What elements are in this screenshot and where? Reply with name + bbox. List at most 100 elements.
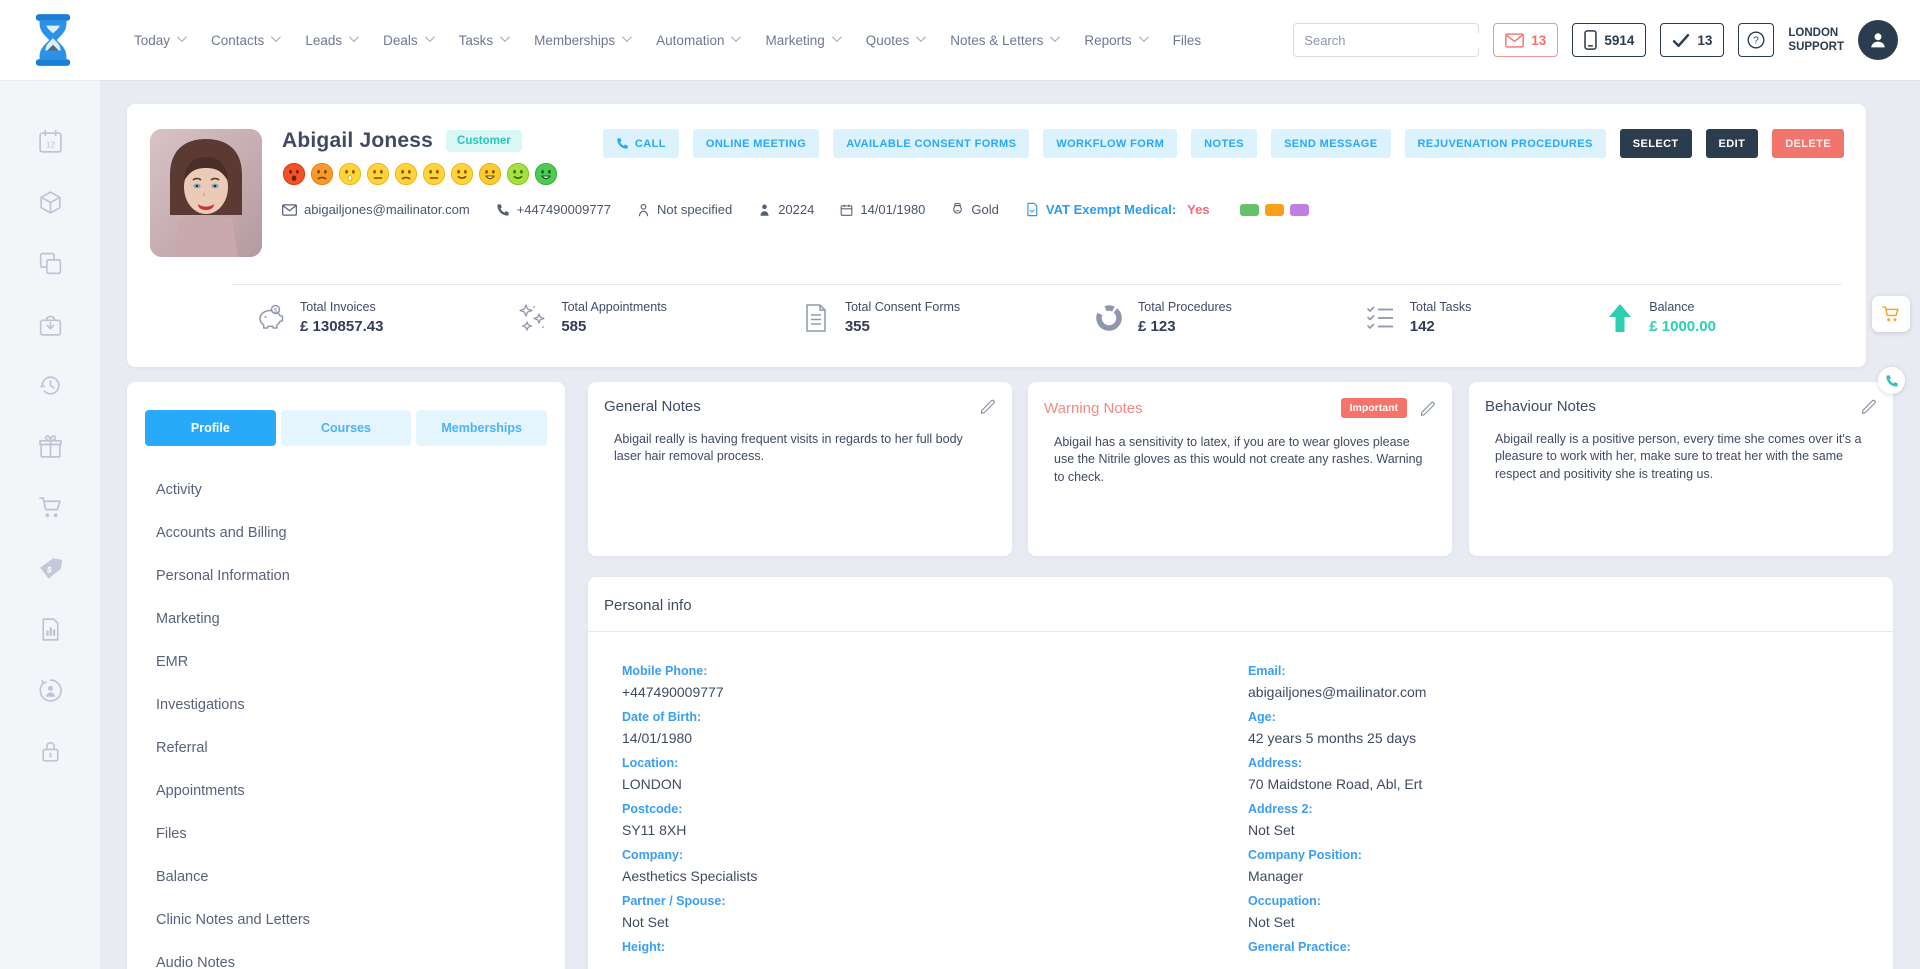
stat-total-invoices: $ Total Invoices£ 130857.43 bbox=[255, 300, 383, 335]
nav-label: Tasks bbox=[459, 33, 494, 48]
package-icon[interactable] bbox=[37, 189, 64, 216]
menu-emr[interactable]: EMR bbox=[156, 644, 547, 680]
person-icon bbox=[1867, 29, 1889, 51]
nav-files[interactable]: Files bbox=[1173, 33, 1202, 48]
notes-button[interactable]: NOTES bbox=[1191, 129, 1257, 158]
lock-icon[interactable] bbox=[37, 738, 64, 765]
app-logo-hourglass-icon[interactable] bbox=[30, 14, 76, 66]
shopping-bag-icon[interactable] bbox=[37, 311, 64, 338]
envelope-icon bbox=[282, 204, 297, 216]
client-sync-icon[interactable] bbox=[37, 677, 64, 704]
profile-panel: Profile Courses Memberships Activity Acc… bbox=[127, 382, 565, 969]
tasks-done-button[interactable]: 13 bbox=[1660, 23, 1724, 57]
nav-deals[interactable]: Deals bbox=[383, 33, 432, 48]
stat-total-consent-forms: Total Consent Forms355 bbox=[800, 300, 960, 335]
tab-profile[interactable]: Profile bbox=[145, 410, 276, 446]
nav-notes-letters[interactable]: Notes & Letters bbox=[950, 33, 1057, 48]
client-phone[interactable]: +447490009777 bbox=[496, 202, 611, 217]
menu-clinic-notes-and-letters[interactable]: Clinic Notes and Letters bbox=[156, 902, 547, 938]
menu-files[interactable]: Files bbox=[156, 816, 547, 852]
menu-activity[interactable]: Activity bbox=[156, 472, 547, 508]
chevron-down-icon bbox=[500, 32, 510, 42]
general-notes-title: General Notes bbox=[604, 398, 701, 415]
rejuvenation-procedures-button[interactable]: REJUVENATION PROCEDURES bbox=[1405, 129, 1606, 158]
quick-call-button[interactable] bbox=[1878, 367, 1905, 394]
nav-label: Automation bbox=[656, 33, 724, 48]
edit-pencil-icon[interactable] bbox=[1860, 398, 1877, 415]
nav-memberships[interactable]: Memberships bbox=[534, 33, 629, 48]
quick-cart-button[interactable] bbox=[1872, 296, 1910, 332]
edit-pencil-icon[interactable] bbox=[1419, 400, 1436, 417]
sms-notifications-button[interactable]: 5914 bbox=[1572, 23, 1646, 57]
nav-label: Marketing bbox=[765, 33, 824, 48]
delete-button[interactable]: DELETE bbox=[1772, 129, 1844, 158]
client-email[interactable]: abigailjones@mailinator.com bbox=[282, 202, 470, 217]
online-meeting-button[interactable]: ONLINE MEETING bbox=[693, 129, 819, 158]
history-clock-icon[interactable] bbox=[37, 372, 64, 399]
arrow-up-icon bbox=[1604, 302, 1636, 334]
mood-6-neutral-icon[interactable] bbox=[422, 162, 446, 186]
mood-10-very-happy-icon[interactable] bbox=[534, 162, 558, 186]
price-tag-icon[interactable]: $ bbox=[37, 555, 64, 582]
menu-investigations[interactable]: Investigations bbox=[156, 687, 547, 723]
menu-referral[interactable]: Referral bbox=[156, 730, 547, 766]
general-notes-body: Abigail really is having frequent visits… bbox=[614, 431, 996, 466]
nav-leads[interactable]: Leads bbox=[305, 33, 356, 48]
tab-memberships[interactable]: Memberships bbox=[416, 410, 547, 446]
nav-today[interactable]: Today bbox=[134, 33, 184, 48]
email-notifications-button[interactable]: 13 bbox=[1493, 23, 1558, 57]
nav-marketing[interactable]: Marketing bbox=[765, 33, 838, 48]
call-button[interactable]: CALL bbox=[603, 129, 679, 158]
tab-courses[interactable]: Courses bbox=[281, 410, 412, 446]
send-message-button[interactable]: SEND MESSAGE bbox=[1271, 129, 1390, 158]
email-count: 13 bbox=[1531, 33, 1546, 48]
client-color-tags bbox=[1240, 204, 1309, 216]
select-button[interactable]: SELECT bbox=[1620, 129, 1692, 158]
search-input[interactable] bbox=[1304, 33, 1480, 48]
menu-marketing[interactable]: Marketing bbox=[156, 601, 547, 637]
general-notes-card: General Notes Abigail really is having f… bbox=[588, 382, 1012, 556]
menu-balance[interactable]: Balance bbox=[156, 859, 547, 895]
mood-4-neutral-icon[interactable] bbox=[366, 162, 390, 186]
mood-5-slight-frown-icon[interactable] bbox=[394, 162, 418, 186]
nav-label: Deals bbox=[383, 33, 418, 48]
help-button[interactable]: ? bbox=[1738, 23, 1774, 57]
nav-contacts[interactable]: Contacts bbox=[211, 33, 278, 48]
gift-icon[interactable] bbox=[37, 433, 64, 460]
copy-pages-icon[interactable] bbox=[37, 250, 64, 277]
mood-7-slight-smile-icon[interactable] bbox=[450, 162, 474, 186]
field-age: Age:42 years 5 months 25 days bbox=[1248, 710, 1874, 747]
gender-icon bbox=[637, 203, 650, 217]
workflow-form-button[interactable]: WORKFLOW FORM bbox=[1043, 129, 1177, 158]
nav-quotes[interactable]: Quotes bbox=[866, 33, 924, 48]
cart-icon[interactable] bbox=[37, 494, 64, 521]
mood-9-smile-icon[interactable] bbox=[506, 162, 530, 186]
user-avatar[interactable] bbox=[1858, 20, 1898, 60]
mood-1-very-sad-icon[interactable] bbox=[282, 162, 306, 186]
tag-green[interactable] bbox=[1240, 204, 1259, 216]
menu-appointments[interactable]: Appointments bbox=[156, 773, 547, 809]
client-photo[interactable] bbox=[150, 129, 262, 257]
available-consent-forms-button[interactable]: AVAILABLE CONSENT FORMS bbox=[833, 129, 1029, 158]
tag-orange[interactable] bbox=[1265, 204, 1284, 216]
envelope-icon bbox=[1505, 33, 1524, 48]
field-location: Location:LONDON bbox=[622, 756, 1248, 793]
edit-pencil-icon[interactable] bbox=[979, 398, 996, 415]
chevron-down-icon bbox=[916, 32, 926, 42]
nav-tasks[interactable]: Tasks bbox=[459, 33, 508, 48]
report-document-icon[interactable] bbox=[37, 616, 64, 643]
mood-3-unhappy-open-icon[interactable] bbox=[338, 162, 362, 186]
nav-automation[interactable]: Automation bbox=[656, 33, 738, 48]
menu-accounts-and-billing[interactable]: Accounts and Billing bbox=[156, 515, 547, 551]
menu-personal-information[interactable]: Personal Information bbox=[156, 558, 547, 594]
mood-8-grin-icon[interactable] bbox=[478, 162, 502, 186]
warning-notes-card: Warning Notes Important Abigail has a se… bbox=[1028, 382, 1452, 556]
mood-2-sad-icon[interactable] bbox=[310, 162, 334, 186]
menu-audio-notes[interactable]: Audio Notes bbox=[156, 945, 547, 969]
edit-button[interactable]: EDIT bbox=[1706, 129, 1759, 158]
document-icon bbox=[800, 302, 832, 334]
tag-purple[interactable] bbox=[1290, 204, 1309, 216]
donut-chart-icon bbox=[1093, 302, 1125, 334]
calendar-icon[interactable]: 12 bbox=[37, 128, 64, 155]
nav-reports[interactable]: Reports bbox=[1084, 33, 1145, 48]
